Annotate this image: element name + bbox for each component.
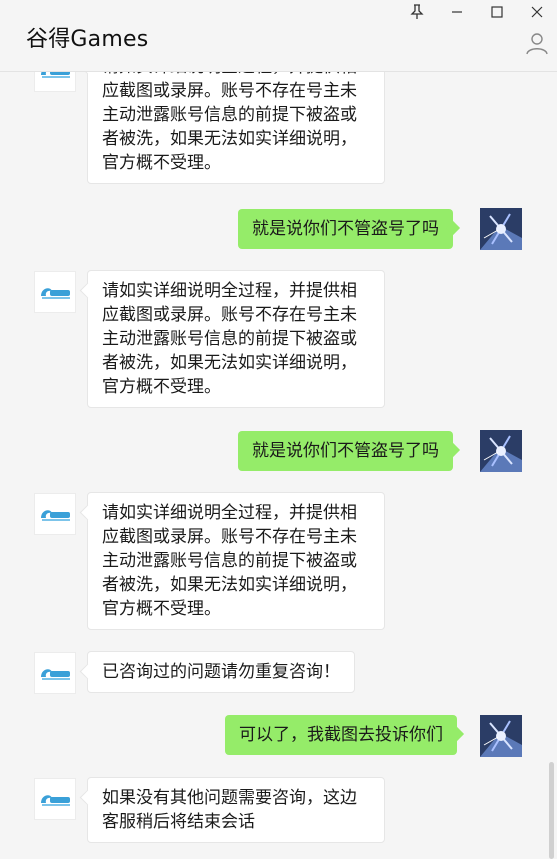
message-text: 请如实详细说明全过程，并提供相应截图或录屏。账号不存在号主未主动泄露账号信息的前… (102, 281, 357, 397)
agent-avatar[interactable] (34, 652, 76, 694)
message-text: 如果没有其他问题需要咨询，这边客服稍后将结束会话 (102, 788, 357, 832)
agent-avatar[interactable] (34, 493, 76, 535)
brand-logo-icon (41, 669, 70, 680)
message-bubble[interactable]: 可以了，我截图去投诉你们 (225, 715, 457, 755)
message-text: 可以了，我截图去投诉你们 (239, 725, 443, 745)
user-avatar[interactable] (480, 715, 522, 757)
chat-area[interactable]: 请如实详细说明全过程，并提供相应截图或录屏。账号不存在号主未主动泄露账号信息的前… (0, 72, 557, 859)
message-bubble[interactable]: 已咨询过的问题请勿重复咨询！ (87, 651, 355, 693)
brand-logo-icon (41, 510, 70, 521)
message-text: 请如实详细说明全过程，并提供相应截图或录屏。账号不存在号主未主动泄露账号信息的前… (102, 72, 357, 173)
brand-logo-icon (41, 72, 70, 78)
pin-icon[interactable] (398, 0, 436, 24)
message-bubble[interactable]: 如果没有其他问题需要咨询，这边客服稍后将结束会话 (87, 777, 385, 843)
agent-avatar[interactable] (34, 271, 76, 313)
agent-avatar[interactable] (34, 778, 76, 820)
close-icon[interactable] (518, 0, 556, 24)
agent-avatar[interactable] (34, 72, 76, 92)
message-text: 就是说你们不管盗号了吗 (252, 219, 439, 239)
profile-icon[interactable] (525, 31, 549, 55)
message-bubble[interactable]: 就是说你们不管盗号了吗 (238, 431, 453, 471)
message-bubble[interactable]: 就是说你们不管盗号了吗 (238, 209, 453, 249)
message-bubble[interactable]: 请如实详细说明全过程，并提供相应截图或录屏。账号不存在号主未主动泄露账号信息的前… (87, 270, 385, 408)
message-text: 请如实详细说明全过程，并提供相应截图或录屏。账号不存在号主未主动泄露账号信息的前… (102, 503, 357, 619)
chat-title: 谷得Games (26, 27, 149, 52)
brand-logo-icon (41, 288, 70, 299)
title-bar: 谷得Games (0, 0, 557, 72)
minimize-icon[interactable] (438, 0, 476, 24)
message-text: 就是说你们不管盗号了吗 (252, 441, 439, 461)
message-text: 已咨询过的问题请勿重复咨询！ (102, 662, 340, 682)
maximize-icon[interactable] (478, 0, 516, 24)
user-avatar[interactable] (480, 430, 522, 472)
message-bubble[interactable]: 请如实详细说明全过程，并提供相应截图或录屏。账号不存在号主未主动泄露账号信息的前… (87, 492, 385, 630)
brand-logo-icon (41, 795, 70, 806)
scrollbar[interactable] (549, 762, 554, 859)
message-bubble[interactable]: 请如实详细说明全过程，并提供相应截图或录屏。账号不存在号主未主动泄露账号信息的前… (87, 72, 385, 184)
user-avatar[interactable] (480, 208, 522, 250)
